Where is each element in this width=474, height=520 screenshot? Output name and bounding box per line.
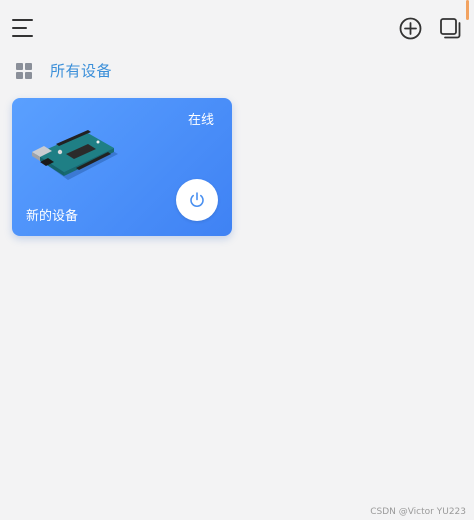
device-card[interactable]: 在线 新的设备 xyxy=(12,98,232,236)
layers-icon[interactable] xyxy=(439,17,462,40)
app-screen: 所有设备 在线 新的设备 CSDN @Victor YU223 xyxy=(0,0,474,520)
power-button[interactable] xyxy=(176,179,218,221)
top-edge-accent xyxy=(466,0,469,20)
add-circle-icon[interactable] xyxy=(399,17,422,40)
grid-icon xyxy=(16,63,32,79)
watermark: CSDN @Victor YU223 xyxy=(370,507,466,517)
section-title: 所有设备 xyxy=(50,62,113,80)
arduino-board-image xyxy=(32,130,118,180)
device-name: 新的设备 xyxy=(26,209,79,224)
power-icon xyxy=(190,192,204,207)
menu-icon[interactable] xyxy=(12,18,34,38)
device-status: 在线 xyxy=(187,113,214,128)
